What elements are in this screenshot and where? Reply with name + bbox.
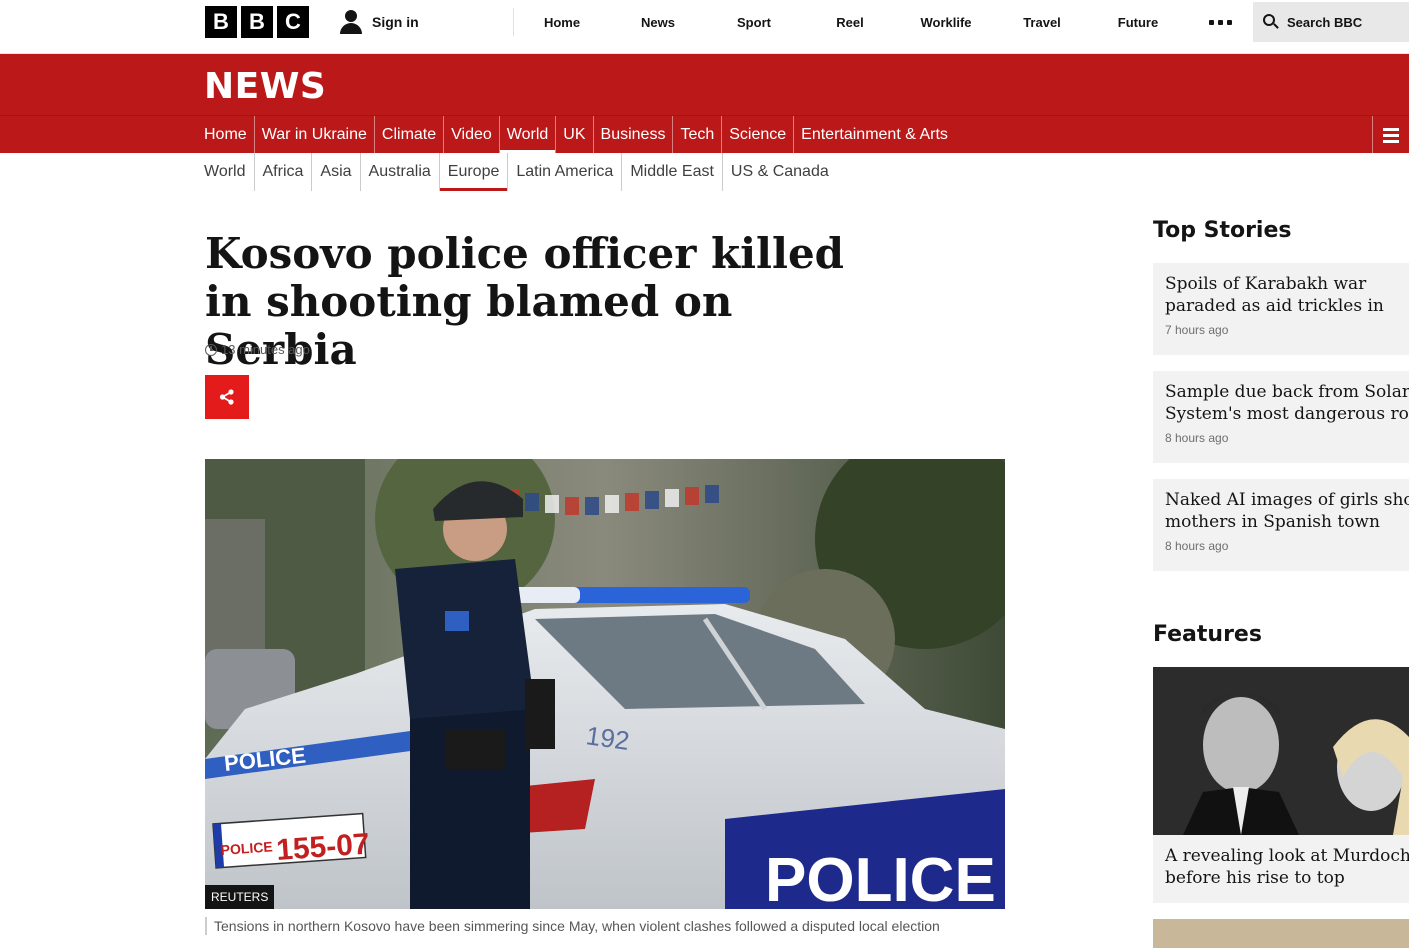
feature-image[interactable] <box>1153 667 1409 835</box>
sign-in-link[interactable]: Sign in <box>339 8 419 36</box>
topnav-reel[interactable]: Reel <box>802 8 898 36</box>
topnav-future[interactable]: Future <box>1090 8 1186 36</box>
section-climate[interactable]: Climate <box>375 116 445 154</box>
story-title-line: paraded as aid trickles in <box>1165 296 1384 316</box>
article-hero-image: POLICE 192 POLICE POLICE 155-07 REUTERS <box>205 459 1005 909</box>
top-story-card[interactable]: Spoils of Karabakh war paraded as aid tr… <box>1153 263 1409 355</box>
subnav-middle-east[interactable]: Middle East <box>622 153 723 191</box>
section-entertainment-arts[interactable]: Entertainment & Arts <box>794 116 955 154</box>
image-credit: REUTERS <box>205 885 275 909</box>
feature-card[interactable]: A revealing look at Murdoch before his r… <box>1153 835 1409 903</box>
user-icon <box>339 10 363 34</box>
logo-letter-b2: B <box>241 6 273 38</box>
subnav-africa[interactable]: Africa <box>255 153 313 191</box>
story-title-line: mothers in Spanish town <box>1165 512 1380 532</box>
logo-letter-b1: B <box>205 6 237 38</box>
topnav-travel[interactable]: Travel <box>994 8 1090 36</box>
subnav-europe[interactable]: Europe <box>439 153 509 191</box>
subnav-latin-america[interactable]: Latin America <box>508 153 623 191</box>
plate-number-text: 155-07 <box>275 828 370 867</box>
story-time: 8 hours ago <box>1165 539 1229 553</box>
search-label: Search BBC <box>1287 14 1363 30</box>
section-world[interactable]: World <box>499 116 557 154</box>
image-caption: Tensions in northern Kosovo have been si… <box>205 917 940 935</box>
timestamp-text: 13 minutes ago <box>221 342 310 357</box>
subnav-world[interactable]: World <box>204 153 255 191</box>
story-title-line: Naked AI images of girls sho <box>1165 490 1409 510</box>
features-heading: Features <box>1153 622 1262 647</box>
bbc-logo[interactable]: B B C <box>205 6 309 38</box>
top-story-card[interactable]: Sample due back from Solar System's most… <box>1153 371 1409 463</box>
clock-icon <box>205 343 217 356</box>
section-science[interactable]: Science <box>722 116 795 154</box>
world-sub-navigation: World Africa Asia Australia Europe Latin… <box>204 153 837 191</box>
feature-title-line: before his rise to top <box>1165 868 1345 888</box>
story-time: 8 hours ago <box>1165 431 1229 445</box>
sign-in-label: Sign in <box>372 14 419 30</box>
topnav-sport[interactable]: Sport <box>706 8 802 36</box>
subnav-us-canada[interactable]: US & Canada <box>723 153 837 191</box>
logo-letter-c: C <box>277 6 309 38</box>
menu-icon[interactable] <box>1372 116 1409 154</box>
news-title[interactable]: NEWS <box>204 66 326 107</box>
bbc-masthead: B B C Sign in Home News Sport Reel Workl… <box>0 0 1409 54</box>
feature-title-line: A revealing look at Murdoch <box>1165 846 1409 866</box>
topnav-home[interactable]: Home <box>514 8 610 36</box>
feature-image-second[interactable] <box>1153 919 1409 948</box>
section-home[interactable]: Home <box>204 116 255 154</box>
section-war-in-ukraine[interactable]: War in Ukraine <box>255 116 375 154</box>
more-dots-icon[interactable] <box>1205 12 1235 32</box>
car-police-text: POLICE <box>765 846 996 909</box>
top-story-card[interactable]: Naked AI images of girls sho mothers in … <box>1153 479 1409 571</box>
police-scene-illustration: POLICE 192 POLICE POLICE 155-07 <box>205 459 1005 909</box>
section-navigation: Home War in Ukraine Climate Video World … <box>0 115 1409 154</box>
news-banner: NEWS <box>0 54 1409 115</box>
top-navigation: Home News Sport Reel Worklife Travel Fut… <box>513 8 1186 36</box>
search-icon <box>1263 14 1279 30</box>
article-timestamp: 13 minutes ago <box>205 342 310 357</box>
story-title-line: Sample due back from Solar <box>1165 382 1409 402</box>
murdoch-photo-illustration <box>1153 667 1409 835</box>
topnav-news[interactable]: News <box>610 8 706 36</box>
story-time: 7 hours ago <box>1165 323 1229 337</box>
search-bbc-button[interactable]: Search BBC <box>1253 2 1409 42</box>
subnav-australia[interactable]: Australia <box>361 153 440 191</box>
story-title-line: Spoils of Karabakh war <box>1165 274 1367 294</box>
section-business[interactable]: Business <box>594 116 674 154</box>
share-icon <box>219 389 234 405</box>
section-tech[interactable]: Tech <box>673 116 723 154</box>
subnav-asia[interactable]: Asia <box>312 153 361 191</box>
top-stories-heading: Top Stories <box>1153 218 1292 243</box>
section-uk[interactable]: UK <box>556 116 594 154</box>
section-video[interactable]: Video <box>444 116 500 154</box>
topnav-worklife[interactable]: Worklife <box>898 8 994 36</box>
share-button[interactable] <box>205 375 249 419</box>
story-title-line: System's most dangerous ro <box>1165 404 1409 424</box>
car-number-text: 192 <box>584 720 631 756</box>
